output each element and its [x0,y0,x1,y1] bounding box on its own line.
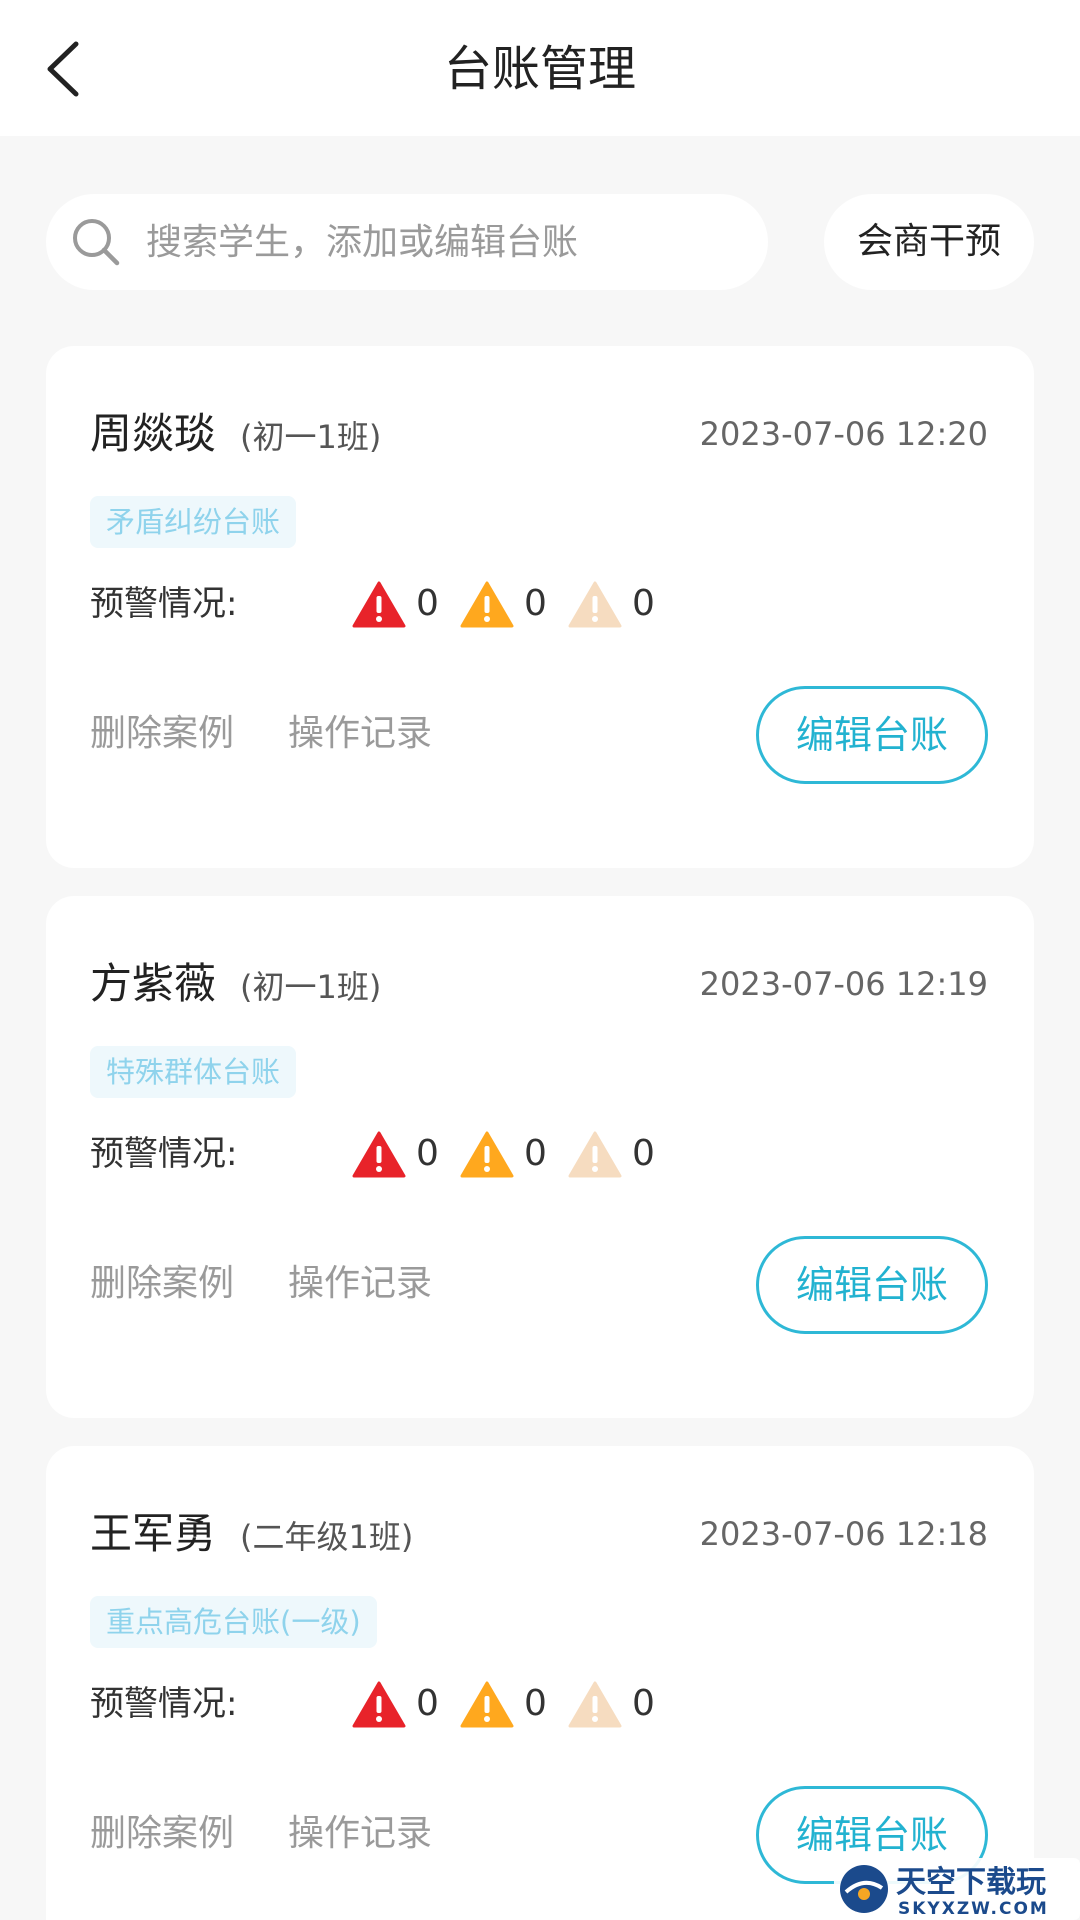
warning-triangle-orange-icon [460,1681,514,1728]
warning-triangle-beige-icon [568,1131,622,1178]
warning-low-count: 0 [632,1683,655,1724]
warning-mid-count: 0 [524,583,547,624]
delete-case-link[interactable]: 删除案例 [90,708,234,760]
operation-log-link[interactable]: 操作记录 [288,1258,432,1310]
warning-high-group: 0 [352,1678,439,1730]
search-icon [73,219,120,266]
student-class: (初一1班) [240,968,382,1006]
watermark-url: SKYXZW.COM [898,1899,1049,1919]
edit-ledger-button[interactable]: 编辑台账 [756,1236,988,1334]
operation-log-link[interactable]: 操作记录 [288,708,432,760]
warning-triangle-red-icon [352,1681,406,1728]
warning-triangle-red-icon [352,581,406,628]
warning-mid-group: 0 [460,578,547,630]
operation-log-link[interactable]: 操作记录 [288,1808,432,1860]
warning-label: 预警情况: [90,1684,238,1724]
warning-label: 预警情况: [90,1134,238,1174]
warning-low-count: 0 [632,583,655,624]
warning-high-group: 0 [352,578,439,630]
delete-case-link[interactable]: 删除案例 [90,1808,234,1860]
warning-triangle-beige-icon [568,581,622,628]
search-input[interactable] [146,194,746,290]
warning-mid-group: 0 [460,1128,547,1180]
warning-high-count: 0 [416,1133,439,1174]
warning-low-count: 0 [632,1133,655,1174]
student-class: (初一1班) [240,418,382,456]
warning-low-group: 0 [568,1128,655,1180]
page-title: 台账管理 [443,41,636,97]
warning-low-group: 0 [568,1678,655,1730]
ledger-type-badge: 重点高危台账(一级) [90,1596,377,1648]
timestamp: 2023-07-06 12:18 [699,1515,988,1553]
consult-intervention-button[interactable]: 会商干预 [824,194,1034,290]
warning-high-count: 0 [416,583,439,624]
student-class: (二年级1班) [240,1518,414,1556]
site-watermark-logo: 天空下载玩 SKYXZW.COM [834,1858,1080,1920]
timestamp: 2023-07-06 12:20 [699,415,988,453]
student-name: 周燚琰 [90,409,217,458]
warning-triangle-red-icon [352,1131,406,1178]
search-bar[interactable] [46,194,768,290]
student-name: 方紫薇 [90,959,217,1008]
case-card: 王军勇 (二年级1班) 2023-07-06 12:18 重点高危台账(一级) 预… [46,1446,1034,1920]
student-name: 王军勇 [90,1509,217,1558]
header-bar: 台账管理 [0,0,1080,136]
edit-ledger-button[interactable]: 编辑台账 [756,686,988,784]
warning-mid-group: 0 [460,1678,547,1730]
warning-low-group: 0 [568,578,655,630]
timestamp: 2023-07-06 12:19 [699,965,988,1003]
warning-high-count: 0 [416,1683,439,1724]
watermark-title: 天空下载玩 [896,1865,1046,1900]
warning-mid-count: 0 [524,1683,547,1724]
ledger-type-badge: 矛盾纠纷台账 [90,496,297,548]
case-card: 方紫薇 (初一1班) 2023-07-06 12:19 特殊群体台账 预警情况: … [46,896,1034,1418]
warning-mid-count: 0 [524,1133,547,1174]
case-card: 周燚琰 (初一1班) 2023-07-06 12:20 矛盾纠纷台账 预警情况: … [46,346,1034,868]
warning-triangle-orange-icon [460,1131,514,1178]
ledger-type-badge: 特殊群体台账 [90,1046,297,1098]
warning-triangle-orange-icon [460,581,514,628]
warning-label: 预警情况: [90,584,238,624]
delete-case-link[interactable]: 删除案例 [90,1258,234,1310]
warning-high-group: 0 [352,1128,439,1180]
warning-triangle-beige-icon [568,1681,622,1728]
